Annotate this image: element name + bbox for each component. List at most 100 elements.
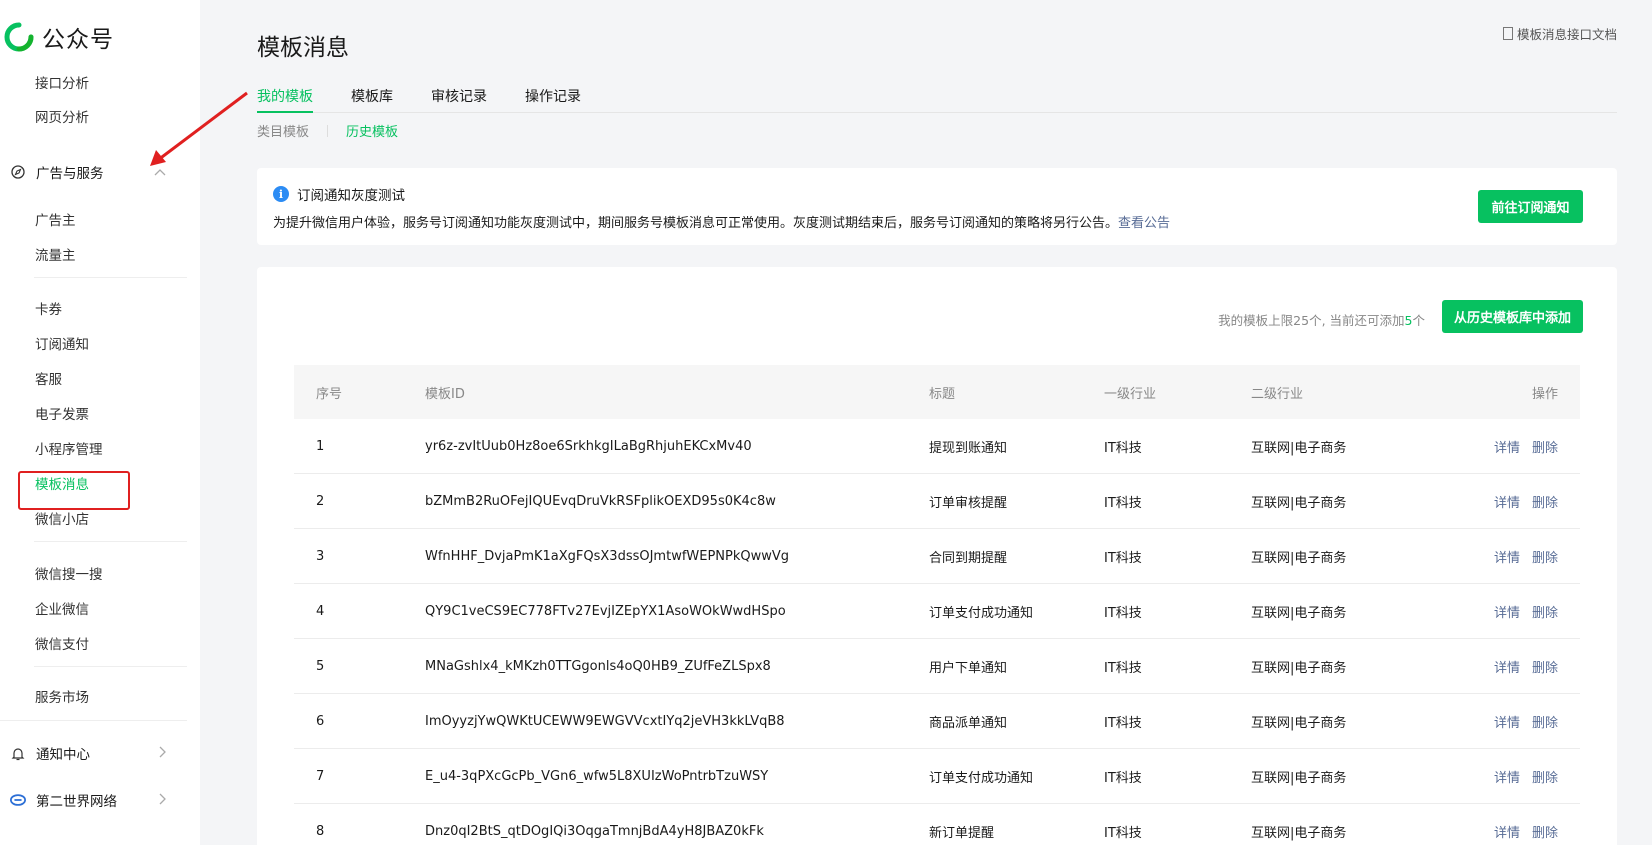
detail-link[interactable]: 详情 bbox=[1494, 767, 1520, 786]
tab-review-records[interactable]: 审核记录 bbox=[431, 86, 487, 113]
detail-link[interactable]: 详情 bbox=[1494, 602, 1520, 621]
sidebar-group-label: 广告与服务 bbox=[36, 166, 104, 182]
row-title: 合同到期提醒 bbox=[929, 550, 1008, 566]
view-announcement-link[interactable]: 查看公告 bbox=[1118, 216, 1170, 231]
sidebar-group-ads-services[interactable]: 广告与服务 bbox=[10, 162, 170, 182]
row-template-id: bZMmB2RuOFejIQUEvqDruVkRSFplikOEXD95s0K4… bbox=[425, 493, 776, 509]
row-actions: 详情 删除 bbox=[1482, 639, 1558, 693]
sidebar-item-wechat-shop[interactable]: 微信小店 bbox=[35, 508, 89, 528]
row-title: 新订单提醒 bbox=[929, 825, 995, 841]
row-secondary-industry: 互联网|电子商务 bbox=[1251, 605, 1347, 621]
tab-operation-records[interactable]: 操作记录 bbox=[525, 86, 581, 113]
row-template-id: yr6z-zvItUub0Hz8oe6SrkhkgILaBgRhjuhEKCxM… bbox=[425, 438, 752, 454]
row-title: 商品派单通知 bbox=[929, 715, 1008, 731]
notice-body: 为提升微信用户体验，服务号订阅通知功能灰度测试中，期间服务号模板消息可正常使用。… bbox=[273, 212, 1170, 231]
table-row: 7 E_u4-3qPXcGcPb_VGn6_wfw5L8XUIzWoPntrbTz… bbox=[294, 749, 1580, 804]
sidebar-notify-center[interactable]: 通知中心 bbox=[10, 743, 170, 763]
row-secondary-industry: 互联网|电子商务 bbox=[1251, 770, 1347, 786]
sidebar-item-publisher[interactable]: 流量主 bbox=[35, 244, 76, 264]
quota-prefix: 我的模板上限25个, 当前还可添加 bbox=[1218, 313, 1405, 328]
sidebar-item-api-analysis[interactable]: 接口分析 bbox=[35, 72, 89, 92]
row-primary-industry: IT科技 bbox=[1104, 440, 1142, 456]
row-secondary-industry: 互联网|电子商务 bbox=[1251, 550, 1347, 566]
api-doc-link[interactable]: 模板消息接口文档 bbox=[1502, 24, 1617, 43]
chevron-up-icon bbox=[154, 165, 166, 179]
delete-link[interactable]: 删除 bbox=[1532, 657, 1558, 676]
row-index: 6 bbox=[316, 713, 325, 729]
chevron-right-icon bbox=[158, 746, 166, 761]
compass-icon bbox=[10, 164, 26, 180]
sidebar-item-e-invoice[interactable]: 电子发票 bbox=[35, 403, 89, 423]
row-template-id: WfnHHF_DvjaPmK1aXgFQsX3dssOJmtwfWEPNPkQw… bbox=[425, 548, 790, 564]
sidebar-item-customer-service[interactable]: 客服 bbox=[35, 368, 62, 388]
detail-link[interactable]: 详情 bbox=[1494, 437, 1520, 456]
subtab-history-templates[interactable]: 历史模板 bbox=[346, 121, 398, 140]
sidebar-item-web-analysis[interactable]: 网页分析 bbox=[35, 106, 89, 126]
detail-link[interactable]: 详情 bbox=[1494, 492, 1520, 511]
quota-suffix: 个 bbox=[1412, 313, 1425, 328]
go-subscription-notify-button[interactable]: 前往订阅通知 bbox=[1478, 190, 1583, 223]
row-template-id: Dnz0qI2BtS_qtDOgIQi3OqgaTmnjBdA4yH8JBAZ0… bbox=[425, 823, 764, 839]
sidebar-divider bbox=[34, 277, 187, 278]
delete-link[interactable]: 删除 bbox=[1532, 547, 1558, 566]
sidebar-item-subscription-notify[interactable]: 订阅通知 bbox=[35, 333, 89, 353]
notice-title-text: 订阅通知灰度测试 bbox=[297, 188, 405, 204]
table-body: 1 yr6z-zvItUub0Hz8oe6SrkhkgILaBgRhjuhEKCx… bbox=[294, 419, 1580, 845]
sidebar-item-advertiser[interactable]: 广告主 bbox=[35, 209, 76, 229]
row-title: 用户下单通知 bbox=[929, 660, 1008, 676]
col-header-secondary-industry: 二级行业 bbox=[1251, 386, 1304, 402]
row-primary-industry: IT科技 bbox=[1104, 495, 1142, 511]
row-template-id: ImOyyzjYwQWKtUCEWW9EWGVVcxtIYq2jeVH3kkLV… bbox=[425, 713, 785, 729]
col-header-actions: 操作 bbox=[1531, 386, 1558, 402]
row-index: 1 bbox=[316, 438, 325, 454]
row-actions: 详情 删除 bbox=[1482, 694, 1558, 748]
sidebar-item-miniprogram[interactable]: 小程序管理 bbox=[35, 438, 103, 458]
notice-body-text: 为提升微信用户体验，服务号订阅通知功能灰度测试中，期间服务号模板消息可正常使用。… bbox=[273, 216, 1119, 231]
row-primary-industry: IT科技 bbox=[1104, 715, 1142, 731]
delete-link[interactable]: 删除 bbox=[1532, 767, 1558, 786]
delete-link[interactable]: 删除 bbox=[1532, 492, 1558, 511]
row-actions: 详情 删除 bbox=[1482, 749, 1558, 803]
row-title: 提现到账通知 bbox=[929, 440, 1008, 456]
row-template-id: E_u4-3qPXcGcPb_VGn6_wfw5L8XUIzWoPntrbTzu… bbox=[425, 768, 769, 784]
sidebar-account[interactable]: 第二世界网络 bbox=[10, 790, 170, 810]
delete-link[interactable]: 删除 bbox=[1532, 437, 1558, 456]
sidebar-divider bbox=[34, 666, 187, 667]
tab-my-templates[interactable]: 我的模板 bbox=[257, 86, 313, 113]
delete-link[interactable]: 删除 bbox=[1532, 602, 1558, 621]
tab-template-library[interactable]: 模板库 bbox=[351, 86, 393, 113]
detail-link[interactable]: 详情 bbox=[1494, 547, 1520, 566]
row-secondary-industry: 互联网|电子商务 bbox=[1251, 660, 1347, 676]
row-index: 3 bbox=[316, 548, 325, 564]
col-header-title: 标题 bbox=[929, 386, 956, 402]
app-name: 公众号 bbox=[42, 27, 114, 53]
row-actions: 详情 删除 bbox=[1482, 804, 1558, 845]
sidebar-item-service-market[interactable]: 服务市场 bbox=[35, 686, 89, 706]
row-secondary-industry: 互联网|电子商务 bbox=[1251, 825, 1347, 841]
row-index: 2 bbox=[316, 493, 325, 509]
notice-title: i 订阅通知灰度测试 bbox=[273, 184, 405, 204]
document-icon bbox=[1502, 27, 1513, 40]
detail-link[interactable]: 详情 bbox=[1494, 712, 1520, 731]
detail-link[interactable]: 详情 bbox=[1494, 657, 1520, 676]
add-from-history-button[interactable]: 从历史模板库中添加 bbox=[1442, 300, 1583, 333]
table-row: 2 bZMmB2RuOFejIQUEvqDruVkRSFplikOEXD95s0K… bbox=[294, 474, 1580, 529]
detail-link[interactable]: 详情 bbox=[1494, 822, 1520, 841]
app-logo[interactable]: 公众号 bbox=[4, 20, 114, 54]
subtab-category-templates[interactable]: 类目模板 bbox=[257, 121, 309, 140]
table-row: 1 yr6z-zvItUub0Hz8oe6SrkhkgILaBgRhjuhEKCx… bbox=[294, 419, 1580, 474]
subtab-separator bbox=[327, 124, 329, 137]
row-primary-industry: IT科技 bbox=[1104, 605, 1142, 621]
notice-banner: i 订阅通知灰度测试 为提升微信用户体验，服务号订阅通知功能灰度测试中，期间服务… bbox=[257, 168, 1617, 245]
delete-link[interactable]: 删除 bbox=[1532, 822, 1558, 841]
sidebar-item-cards[interactable]: 卡券 bbox=[35, 298, 62, 318]
row-title: 订单支付成功通知 bbox=[929, 605, 1034, 621]
sidebar-item-wechat-search[interactable]: 微信搜一搜 bbox=[35, 563, 103, 583]
row-index: 5 bbox=[316, 658, 325, 674]
delete-link[interactable]: 删除 bbox=[1532, 712, 1558, 731]
main-tabs: 我的模板 模板库 审核记录 操作记录 bbox=[257, 86, 1617, 113]
row-actions: 详情 删除 bbox=[1482, 584, 1558, 638]
sidebar-item-wechat-pay[interactable]: 微信支付 bbox=[35, 633, 89, 653]
row-template-id: MNaGshlx4_kMKzh0TTGgonls4oQ0HB9_ZUfFeZLS… bbox=[425, 658, 771, 674]
sidebar-item-wecom[interactable]: 企业微信 bbox=[35, 598, 89, 618]
